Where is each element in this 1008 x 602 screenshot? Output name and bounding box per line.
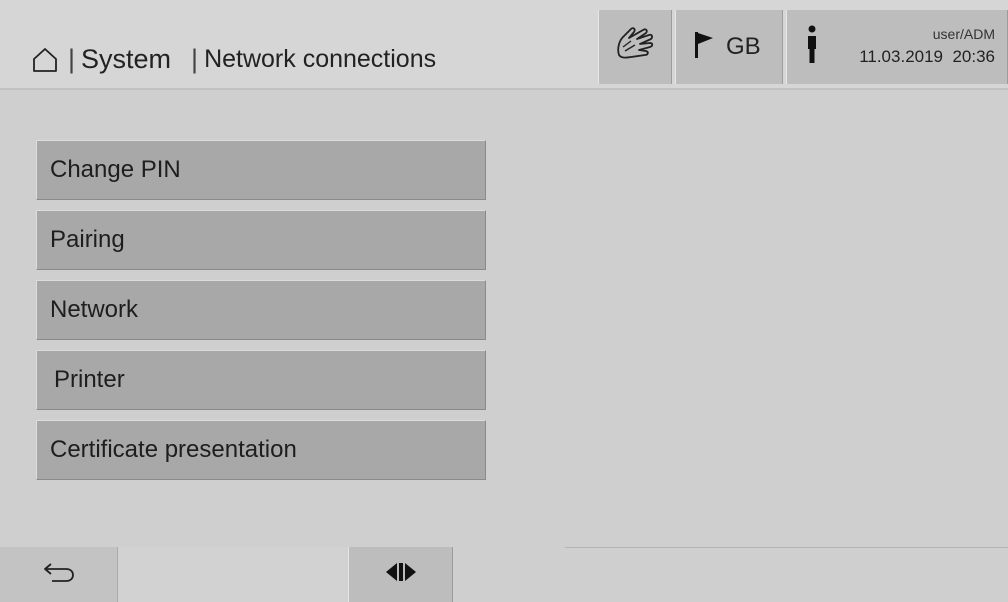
printer-button[interactable]: Printer [36, 350, 486, 410]
user-name: user/ADM [932, 26, 995, 42]
network-button[interactable]: Network [36, 280, 486, 340]
menu-list: Change PIN Pairing Network Printer Certi… [36, 140, 486, 490]
split-view-icon [384, 561, 418, 588]
back-button[interactable] [0, 547, 118, 602]
change-pin-button[interactable]: Change PIN [36, 140, 486, 200]
user-button[interactable]: user/ADM 11.03.2019 20:36 [786, 10, 1008, 84]
split-view-button[interactable] [348, 547, 453, 602]
language-button[interactable]: GB [675, 10, 783, 84]
pairing-button[interactable]: Pairing [36, 210, 486, 270]
user-info: user/ADM 11.03.2019 20:36 [859, 26, 995, 67]
breadcrumb-separator: | [68, 44, 76, 74]
person-icon [805, 25, 819, 70]
home-icon[interactable] [32, 47, 58, 73]
footer-divider [565, 547, 1008, 548]
language-label: GB [726, 33, 761, 60]
hand-tap-button[interactable] [598, 10, 672, 84]
datetime-display: 11.03.2019 20:36 [859, 46, 995, 66]
breadcrumb-system[interactable]: System [81, 44, 171, 75]
breadcrumb-current: Network connections [204, 45, 437, 73]
breadcrumb: | System | Network connections [32, 44, 436, 75]
hand-tap-icon [613, 25, 657, 70]
footer-empty-slot [118, 547, 348, 602]
header-bar: | System | Network connections GB user/A… [0, 0, 1008, 90]
flag-icon [694, 31, 714, 64]
back-arrow-icon [42, 561, 76, 588]
certificate-presentation-button[interactable]: Certificate presentation [36, 420, 486, 480]
breadcrumb-separator: | [191, 44, 199, 74]
